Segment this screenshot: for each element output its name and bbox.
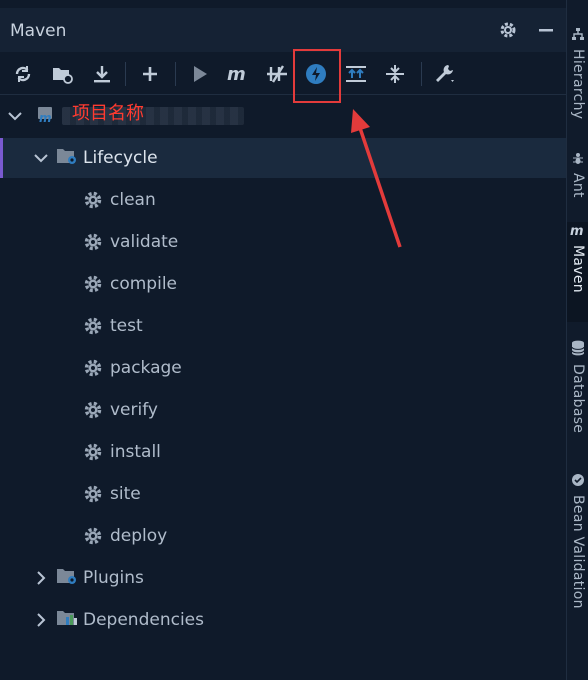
- goal-label: deploy: [110, 526, 168, 546]
- sidebar-tab-label: Hierarchy: [570, 49, 586, 120]
- sidebar-tab-label: Maven: [570, 245, 586, 293]
- sidebar-tab-label: Ant: [570, 173, 586, 198]
- reload-icon[interactable]: [9, 60, 37, 88]
- goal-label: install: [110, 442, 161, 462]
- svg-text:m: m: [39, 111, 52, 124]
- gear-icon: [83, 526, 103, 546]
- lifecycle-goal-test[interactable]: test: [0, 306, 566, 346]
- plugins-label: Plugins: [83, 568, 144, 588]
- sidebar-tab-label: Database: [570, 364, 586, 434]
- gear-icon: [83, 274, 103, 294]
- bean-validation-icon: [571, 472, 585, 491]
- panel-title: Maven: [10, 21, 67, 41]
- lifecycle-node[interactable]: Lifecycle: [0, 138, 566, 178]
- gear-icon: [83, 316, 103, 336]
- lifecycle-goal-site[interactable]: site: [0, 474, 566, 514]
- title-bar: Maven: [0, 8, 566, 52]
- dependencies-label: Dependencies: [83, 610, 204, 630]
- annotation-arrow: [351, 109, 402, 248]
- folder-sync-icon[interactable]: [48, 60, 76, 88]
- hierarchy-icon: [571, 26, 585, 45]
- lifecycle-goal-compile[interactable]: compile: [0, 264, 566, 304]
- chevron-right-icon[interactable]: [34, 613, 48, 627]
- sidebar-tab-bean-validation[interactable]: Bean Validation: [567, 472, 588, 609]
- goal-label: site: [110, 484, 141, 504]
- settings-wrench-icon[interactable]: [431, 60, 459, 88]
- gear-icon: [83, 190, 103, 210]
- skip-tests-icon[interactable]: [263, 60, 291, 88]
- sidebar-tab-label: Bean Validation: [570, 495, 586, 609]
- gear-icon: [83, 484, 103, 504]
- goal-label: test: [110, 316, 143, 336]
- show-dependencies-icon[interactable]: [342, 60, 370, 88]
- sidebar-tab-database[interactable]: Database: [567, 340, 588, 433]
- download-icon[interactable]: [88, 60, 116, 88]
- toolbar-separator: [175, 62, 176, 86]
- lifecycle-goal-verify[interactable]: verify: [0, 390, 566, 430]
- add-icon[interactable]: [136, 60, 164, 88]
- lifecycle-goal-validate[interactable]: validate: [0, 222, 566, 262]
- right-tool-strip: Hierarchy Ant m Maven Database Bean Vali…: [566, 0, 588, 680]
- goal-label: verify: [110, 400, 158, 420]
- lifecycle-goal-clean[interactable]: clean: [0, 180, 566, 220]
- goal-label: compile: [110, 274, 178, 294]
- gear-icon[interactable]: [496, 18, 520, 42]
- goal-label: clean: [110, 190, 156, 210]
- svg-text:m: m: [227, 65, 246, 83]
- dependencies-node[interactable]: Dependencies: [0, 600, 566, 640]
- toolbar: m: [0, 54, 566, 95]
- lifecycle-goal-package[interactable]: package: [0, 348, 566, 388]
- maven-icon: m: [570, 222, 586, 241]
- chevron-down-icon[interactable]: [8, 109, 22, 123]
- goal-label: validate: [110, 232, 179, 252]
- gear-icon: [83, 442, 103, 462]
- sidebar-tab-ant[interactable]: Ant: [567, 150, 588, 198]
- sidebar-tab-maven[interactable]: m Maven: [567, 222, 588, 322]
- minimize-icon[interactable]: [534, 18, 558, 42]
- goal-label: package: [110, 358, 182, 378]
- highlight-box: [293, 49, 341, 103]
- collapse-all-icon[interactable]: [381, 60, 409, 88]
- maven-tool-window: Maven m m Lifecycle clean validate compi…: [0, 0, 566, 680]
- plugins-node[interactable]: Plugins: [0, 558, 566, 598]
- maven-goal-icon[interactable]: m: [224, 60, 252, 88]
- library-icon: [56, 608, 78, 632]
- chevron-right-icon[interactable]: [34, 571, 48, 585]
- gear-icon: [83, 358, 103, 378]
- gear-icon: [83, 400, 103, 420]
- chevron-down-icon[interactable]: [34, 151, 48, 165]
- run-icon[interactable]: [186, 60, 214, 88]
- lifecycle-goal-deploy[interactable]: deploy: [0, 516, 566, 556]
- svg-text:m: m: [570, 224, 584, 237]
- sidebar-tab-hierarchy[interactable]: Hierarchy: [567, 26, 588, 119]
- annotation-project-name: 项目名称: [72, 103, 144, 124]
- lifecycle-label: Lifecycle: [83, 148, 158, 168]
- toolbar-separator: [421, 62, 422, 86]
- lifecycle-goal-install[interactable]: install: [0, 432, 566, 472]
- folder-gear-icon: [56, 146, 78, 170]
- database-icon: [571, 340, 585, 360]
- folder-gear-icon: [56, 566, 78, 590]
- ant-icon: [571, 150, 585, 169]
- maven-project-icon: m: [36, 104, 56, 128]
- gear-icon: [83, 232, 103, 252]
- toolbar-separator: [125, 62, 126, 86]
